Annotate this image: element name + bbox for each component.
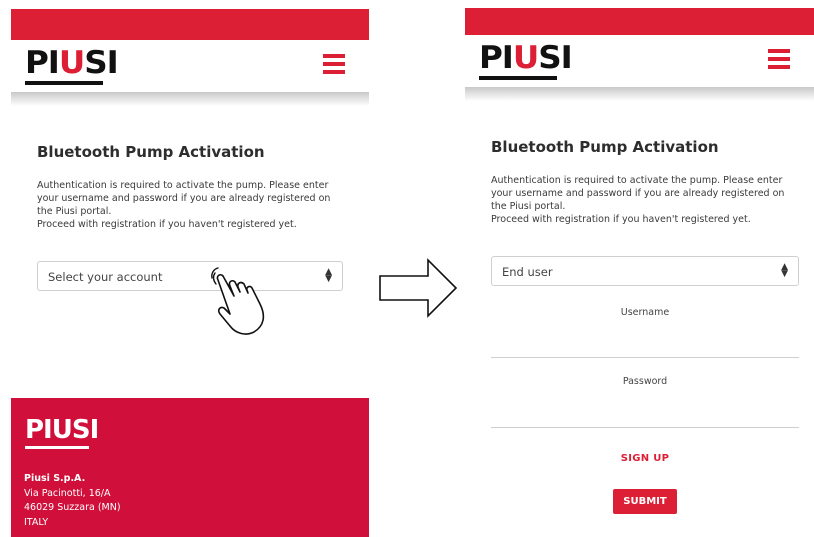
footer-address: Piusi S.p.A. Via Pacinotti, 16/A 46029 S…: [24, 472, 121, 530]
description-registration-text: Proceed with registration if you haven't…: [491, 214, 751, 225]
header-shadow: [11, 92, 369, 106]
sign-up-link[interactable]: SIGN UP: [491, 453, 799, 464]
description-registration-text: Proceed with registration if you haven't…: [37, 219, 297, 230]
app-header: PIUSI: [465, 35, 814, 87]
piusi-logo[interactable]: PIUSI: [25, 45, 119, 86]
account-type-select-value: Select your account: [48, 270, 163, 284]
site-footer: PIUSI Piusi S.p.A. Via Pacinotti, 16/A 4…: [11, 398, 369, 537]
account-type-select[interactable]: Select your account ▲ ▼: [37, 261, 343, 291]
left-phone-screen: PIUSI Bluetooth Pump Activation Authenti…: [11, 9, 369, 537]
account-type-select[interactable]: End user ▲ ▼: [491, 256, 799, 286]
app-header: PIUSI: [11, 40, 369, 92]
footer-piusi-logo: PIUSI: [25, 415, 99, 451]
username-input[interactable]: [491, 357, 799, 358]
page-title: Bluetooth Pump Activation: [37, 143, 265, 161]
footer-company-name: Piusi S.p.A.: [24, 473, 86, 484]
updown-arrows-icon: ▲ ▼: [781, 262, 788, 279]
page-title: Bluetooth Pump Activation: [491, 138, 719, 156]
description-auth-text: Authentication is required to activate t…: [37, 180, 331, 217]
tap-hand-icon: [211, 267, 265, 335]
password-input[interactable]: [491, 427, 799, 428]
footer-country: ITALY: [24, 516, 49, 528]
footer-street: Via Pacinotti, 16/A: [24, 487, 111, 499]
right-arrow-icon: [379, 258, 458, 318]
page-description: Authentication is required to activate t…: [37, 179, 347, 231]
header-shadow: [465, 87, 814, 101]
footer-city: 46029 Suzzara (MN): [24, 502, 121, 513]
right-phone-screen: PIUSI Bluetooth Pump Activation Authenti…: [465, 8, 814, 537]
submit-button[interactable]: SUBMIT: [613, 489, 677, 514]
description-auth-text: Authentication is required to activate t…: [491, 175, 785, 212]
updown-arrows-icon: ▲ ▼: [325, 267, 332, 284]
hamburger-menu-icon[interactable]: [323, 54, 345, 74]
hamburger-menu-icon[interactable]: [768, 49, 790, 69]
username-label: Username: [620, 307, 670, 318]
piusi-logo[interactable]: PIUSI: [479, 40, 573, 81]
top-status-bar: [11, 9, 369, 40]
top-status-bar: [465, 8, 814, 35]
page-description: Authentication is required to activate t…: [491, 174, 803, 226]
account-type-select-value: End user: [502, 265, 553, 279]
password-label: Password: [622, 376, 668, 387]
